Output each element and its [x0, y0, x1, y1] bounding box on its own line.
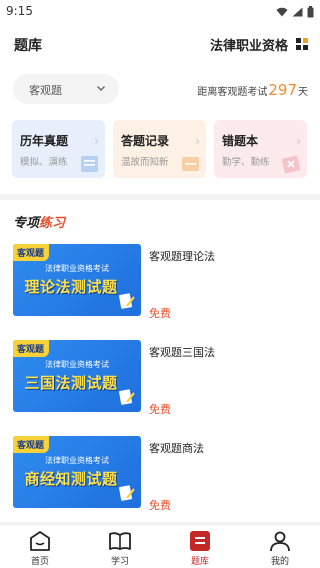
banner-tag: 客观题 [13, 340, 50, 357]
nav-label: 题库 [190, 557, 209, 567]
chevron-right-icon: › [94, 134, 99, 148]
status-bar: 9:15 [0, 0, 320, 24]
exam-type-dropdown[interactable]: 客观题 [13, 74, 119, 104]
section-title-a: 专项 [13, 216, 40, 231]
banner-subtitle: 法律职业资格考试 [45, 360, 109, 369]
paper-pen-icon [119, 389, 135, 405]
special-practice-section: 专项练习 客观题 法律职业资格考试 理论法测试题 客观题理论法 免费 客观题 法… [0, 200, 320, 522]
card-subtitle: 模拟、演练 [20, 157, 68, 168]
practice-banner: 客观题 法律职业资格考试 商经知测试题 [13, 436, 141, 508]
practice-item[interactable]: 客观题 法律职业资格考试 商经知测试题 客观题商法 免费 [0, 436, 320, 522]
practice-item[interactable]: 客观题 法律职业资格考试 三国法测试题 客观题三国法 免费 [0, 340, 320, 426]
signal-icon [292, 7, 303, 17]
practice-name: 客观题理论法 [149, 250, 215, 263]
practice-banner: 客观题 法律职业资格考试 理论法测试题 [13, 244, 141, 316]
card-subtitle: 勤学、勤练 [222, 157, 270, 168]
status-time: 9:15 [6, 4, 33, 18]
practice-name: 客观题三国法 [149, 346, 215, 359]
nav-label: 学习 [110, 557, 129, 567]
past-exams-card[interactable]: 历年真题 模拟、演练 › [12, 120, 105, 178]
app-header: 题库 法律职业资格 [0, 24, 320, 64]
banner-title: 理论法测试题 [24, 278, 118, 296]
card-title: 历年真题 [20, 134, 69, 148]
practice-banner: 客观题 法律职业资格考试 三国法测试题 [13, 340, 141, 412]
bottom-nav: 首页 学习 题库 我的 [0, 524, 320, 568]
price-label: 免费 [149, 499, 171, 512]
practice-name: 客观题商法 [149, 442, 204, 455]
wifi-icon [276, 7, 288, 17]
battery-icon [307, 6, 314, 18]
dropdown-value: 客观题 [29, 84, 62, 97]
paper-pen-icon [119, 485, 135, 501]
banner-title: 三国法测试题 [24, 374, 118, 392]
profile-icon [270, 531, 290, 552]
page-title: 题库 [14, 38, 42, 54]
document-icon [81, 156, 98, 172]
section-title-b: 练习 [39, 216, 66, 231]
banner-title: 商经知测试题 [24, 470, 118, 488]
book-icon [109, 532, 131, 550]
chevron-down-icon [97, 86, 105, 91]
nav-label: 首页 [30, 557, 49, 567]
card-title: 答题记录 [121, 134, 170, 148]
nav-tab-home[interactable]: 首页 [0, 525, 80, 568]
nav-tab-profile[interactable]: 我的 [240, 525, 320, 568]
nav-tab-study[interactable]: 学习 [80, 525, 160, 568]
qualification-selector[interactable]: 法律职业资格 [210, 35, 288, 54]
countdown-days: 297 [268, 81, 297, 99]
chevron-right-icon: › [296, 134, 301, 148]
banner-tag: 客观题 [13, 244, 50, 261]
quick-cards: 历年真题 模拟、演练 › 答题记录 温故而知新 › 错题本 勤学、勤练 › [12, 120, 308, 178]
card-subtitle: 温故而知新 [121, 157, 169, 168]
price-label: 免费 [149, 307, 171, 320]
banner-subtitle: 法律职业资格考试 [45, 264, 109, 273]
wrong-questions-card[interactable]: 错题本 勤学、勤练 › [214, 120, 307, 178]
banner-subtitle: 法律职业资格考试 [45, 456, 109, 465]
countdown-suffix: 天 [298, 87, 308, 98]
exam-countdown: 距离客观题考试 297 天 [197, 81, 308, 99]
practice-item[interactable]: 客观题 法律职业资格考试 理论法测试题 客观题理论法 免费 [0, 244, 320, 330]
section-title: 专项练习 [13, 212, 65, 231]
card-title: 错题本 [222, 134, 259, 148]
answer-record-card[interactable]: 答题记录 温故而知新 › [113, 120, 206, 178]
home-icon [30, 531, 50, 551]
wrong-mark-icon [282, 155, 301, 174]
chevron-right-icon: › [195, 134, 200, 148]
question-bank-icon [190, 531, 210, 551]
status-icons [276, 6, 314, 18]
countdown-prefix: 距离客观题考试 [197, 87, 268, 98]
grid-menu-icon[interactable] [296, 38, 308, 50]
nav-tab-question-bank[interactable]: 题库 [160, 525, 240, 568]
paper-pen-icon [119, 293, 135, 309]
banner-tag: 客观题 [13, 436, 50, 453]
price-label: 免费 [149, 403, 171, 416]
nav-label: 我的 [270, 557, 289, 567]
top-area: 客观题 距离客观题考试 297 天 历年真题 模拟、演练 › 答题记录 温故而知… [0, 64, 320, 194]
record-icon [182, 157, 199, 171]
